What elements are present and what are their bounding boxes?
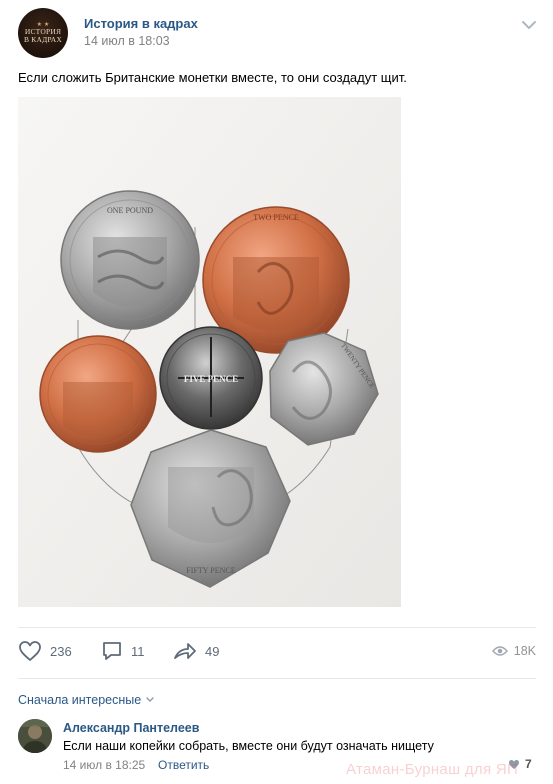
- coin-one-penny: [39, 335, 157, 453]
- eye-icon: [491, 646, 508, 656]
- comment-avatar[interactable]: [18, 719, 52, 753]
- like-button[interactable]: 236: [18, 640, 72, 662]
- coin-one-pound: ONE POUND: [60, 190, 200, 330]
- actions-divider-top: [18, 627, 536, 628]
- views-count: 18K: [513, 644, 536, 658]
- heart-icon: [509, 759, 519, 769]
- share-button[interactable]: 49: [173, 640, 219, 662]
- post-header: ★ ★ ИСТОРИЯ В КАДРАХ История в кадрах 14…: [18, 8, 538, 58]
- comment-date[interactable]: 14 июл в 18:25: [63, 758, 145, 772]
- comment-button[interactable]: 11: [101, 640, 145, 662]
- group-avatar[interactable]: ★ ★ ИСТОРИЯ В КАДРАХ: [18, 8, 68, 58]
- post-actions: 236 11 49 18K: [18, 638, 536, 668]
- comment-author[interactable]: Александр Пантелеев: [63, 721, 199, 735]
- post-date[interactable]: 14 июл в 18:03: [84, 34, 170, 48]
- group-name-link[interactable]: История в кадрах: [84, 16, 198, 31]
- share-icon: [174, 643, 196, 659]
- post-photo[interactable]: ONE POUND TWO PENCE FIVE PENCE TWENTY PE…: [18, 97, 401, 607]
- avatar-text-line2: В КАДРАХ: [23, 35, 63, 44]
- views-counter: 18K: [491, 644, 536, 658]
- chevron-down-icon: [146, 697, 154, 702]
- watermark: Атаман-Бурнаш для ЯП: [346, 761, 519, 778]
- coin-label-two-pence: TWO PENCE: [253, 213, 299, 222]
- chevron-down-icon: [522, 21, 536, 29]
- comment-reply-button[interactable]: Ответить: [158, 758, 209, 772]
- comments-sort-label: Сначала интересные: [18, 693, 142, 707]
- heart-icon: [19, 641, 41, 661]
- coin-label-five-pence: FIVE PENCE: [184, 374, 238, 384]
- coin-five-pence: FIVE PENCE: [159, 326, 263, 430]
- comment-icon: [103, 642, 121, 660]
- comment-text: Если наши копейки собрать, вместе они бу…: [63, 739, 434, 753]
- actions-divider-bottom: [18, 678, 536, 679]
- like-count: 236: [50, 643, 72, 659]
- share-count: 49: [205, 643, 220, 659]
- post-menu-button[interactable]: [520, 18, 538, 32]
- comment-count: 11: [131, 643, 145, 659]
- comment-like-count: 7: [525, 757, 532, 771]
- comments-sort-dropdown[interactable]: Сначала интересные: [18, 693, 155, 707]
- coin-label-fifty-pence: FIFTY PENCE: [186, 566, 235, 575]
- post-text: Если сложить Британские монетки вместе, …: [18, 70, 407, 85]
- comment-like-button[interactable]: 7: [508, 757, 532, 771]
- coin-label-one-pound: ONE POUND: [107, 206, 153, 215]
